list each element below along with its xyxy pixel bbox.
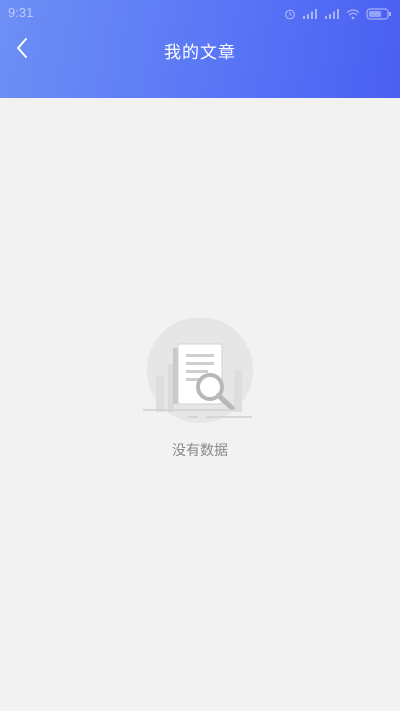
document-search-icon bbox=[0, 318, 400, 428]
signal-icon bbox=[302, 8, 318, 20]
status-icons bbox=[284, 6, 392, 22]
battery-icon bbox=[366, 8, 392, 20]
nav-bar: 我的文章 bbox=[0, 28, 400, 74]
wifi-icon bbox=[346, 8, 360, 20]
signal-icon bbox=[324, 8, 340, 20]
header: 9:31 我的文章 bbox=[0, 0, 400, 98]
status-time: 9:31 bbox=[8, 5, 34, 20]
alarm-icon bbox=[284, 8, 296, 20]
status-bar: 9:31 bbox=[0, 0, 400, 28]
empty-message: 没有数据 bbox=[172, 443, 228, 459]
page-title: 我的文章 bbox=[164, 43, 236, 63]
empty-state: 没有数据 bbox=[0, 318, 400, 460]
